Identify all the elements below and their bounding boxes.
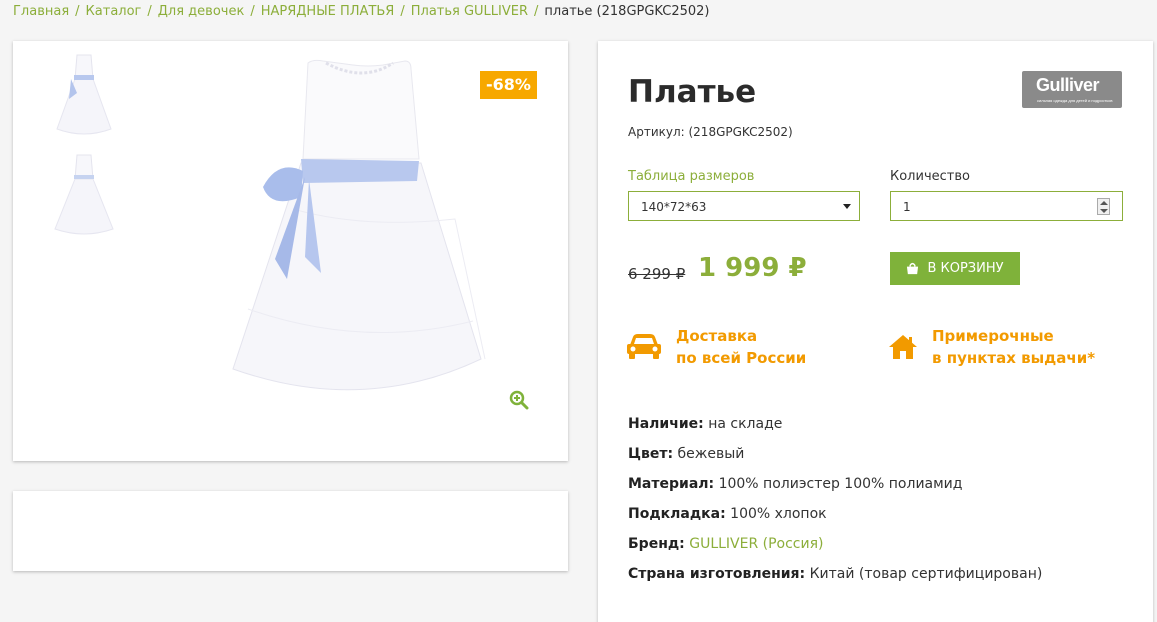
property-availability: Наличие: на складе (628, 416, 783, 432)
add-to-cart-button[interactable]: В КОРЗИНУ (890, 252, 1020, 285)
fitting-line-1: Примерочные (932, 327, 1054, 345)
breadcrumb: Главная / Каталог / Для девочек / НАРЯДНЫЕ … (13, 4, 709, 19)
delivery-line-2: по всей России (676, 349, 807, 367)
breadcrumb-separator: / (534, 4, 539, 19)
size-select[interactable]: 140*72*63 (628, 191, 860, 221)
fitting-feature: Примерочные в пунктах выдачи* (888, 325, 1095, 369)
zoom-in-icon[interactable] (509, 390, 529, 410)
quantity-input[interactable]: 1 (890, 191, 1123, 221)
quantity-stepper[interactable] (1097, 198, 1110, 215)
property-brand: Бренд: GULLIVER (Россия) (628, 536, 824, 552)
add-to-cart-label: В КОРЗИНУ (927, 261, 1004, 276)
product-gallery: -68% (13, 41, 568, 461)
shopping-bag-icon (907, 262, 919, 275)
breadcrumb-gulliver-dresses[interactable]: Платья GULLIVER (411, 4, 528, 19)
old-price: 6 299 ₽ (628, 265, 686, 283)
secondary-panel (13, 491, 568, 571)
brand-logo[interactable]: Gulliver сильная одежда для детей и подр… (1022, 71, 1122, 108)
property-material: Материал: 100% полиэстер 100% полиамид (628, 476, 963, 492)
discount-badge: -68% (480, 71, 537, 99)
breadcrumb-home[interactable]: Главная (13, 4, 69, 19)
new-price: 1 999 ₽ (698, 253, 807, 283)
breadcrumb-separator: / (250, 4, 255, 19)
brand-logo-text: Gulliver (1036, 75, 1100, 95)
quantity-label: Количество (890, 169, 970, 184)
breadcrumb-separator: / (147, 4, 152, 19)
size-select-value: 140*72*63 (641, 200, 707, 214)
size-table-label[interactable]: Таблица размеров (628, 169, 754, 184)
property-color: Цвет: бежевый (628, 446, 745, 462)
breadcrumb-dresses[interactable]: НАРЯДНЫЕ ПЛАТЬЯ (261, 4, 395, 19)
breadcrumb-girls[interactable]: Для девочек (158, 4, 245, 19)
brand-logo-subtitle: сильная одежда для детей и подростков (1037, 98, 1113, 103)
delivery-line-1: Доставка (676, 327, 758, 345)
breadcrumb-separator: / (75, 4, 80, 19)
product-article: Артикул: (218GPGKC2502) (628, 125, 793, 139)
property-lining: Подкладка: 100% хлопок (628, 506, 827, 522)
thumbnail-1[interactable] (49, 49, 119, 137)
product-main-image[interactable] (223, 59, 503, 415)
product-info: Платье Gulliver сильная одежда для детей… (598, 41, 1153, 622)
delivery-feature: Доставка по всей России (626, 325, 806, 369)
quantity-value: 1 (903, 200, 911, 214)
brand-link[interactable]: GULLIVER (Россия) (689, 536, 823, 552)
stepper-up-icon[interactable] (1100, 201, 1108, 205)
product-title: Платье (628, 74, 757, 110)
breadcrumb-catalog[interactable]: Каталог (86, 4, 142, 19)
stepper-down-icon[interactable] (1100, 209, 1108, 213)
product-properties: Наличие: на складе Цвет: бежевый Материа… (628, 413, 1042, 593)
car-icon (627, 334, 661, 359)
fitting-line-2: в пунктах выдачи* (932, 349, 1096, 367)
breadcrumb-current: платье (218GPGKC2502) (544, 4, 710, 19)
breadcrumb-separator: / (400, 4, 405, 19)
chevron-down-icon (843, 204, 851, 209)
home-icon (889, 335, 917, 359)
thumbnail-2[interactable] (49, 151, 119, 239)
property-country: Страна изготовления: Китай (товар сертиф… (628, 566, 1043, 582)
